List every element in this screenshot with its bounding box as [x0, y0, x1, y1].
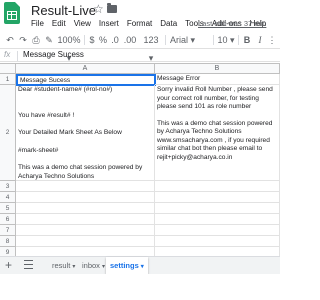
sheets-logo-icon[interactable]	[4, 2, 20, 24]
increase-decimals-button[interactable]: .00	[122, 31, 138, 49]
paint-format-icon[interactable]: ✎	[43, 31, 55, 49]
last-edit-link[interactable]: Last edit was 37 min	[198, 19, 266, 28]
decrease-decimals-button[interactable]: .0	[109, 31, 121, 49]
cell-b8[interactable]	[155, 236, 280, 247]
row-header-2[interactable]: 2	[0, 85, 16, 181]
print-icon[interactable]: ⎙	[30, 31, 42, 49]
cell-a4[interactable]	[16, 192, 155, 203]
cell-a7[interactable]	[16, 225, 155, 236]
undo-icon[interactable]: ↶	[4, 31, 16, 49]
formula-input[interactable]: Message Sucess	[23, 50, 84, 59]
cell-b4[interactable]	[155, 192, 280, 203]
cell-b3[interactable]	[155, 181, 280, 192]
cell-b2-line-2: This was a demo chat session powered by …	[157, 119, 273, 161]
currency-button[interactable]: $	[87, 31, 97, 49]
cell-b5[interactable]	[155, 203, 280, 214]
bold-icon[interactable]: B	[241, 31, 253, 49]
menu-edit[interactable]: Edit	[52, 19, 66, 28]
page-bottom	[0, 274, 280, 300]
cell-a8[interactable]	[16, 236, 155, 247]
font-size-select[interactable]: 10 ▾	[217, 31, 235, 49]
cell-b1[interactable]: Message Error	[155, 74, 280, 85]
add-sheet-icon[interactable]: +	[5, 258, 12, 272]
cell-b2-line-1: Sorry invalid Roll Number , please send …	[157, 86, 273, 110]
column-header-a[interactable]: A	[16, 64, 155, 74]
cell-a6[interactable]	[16, 214, 155, 225]
folder-icon[interactable]	[107, 3, 117, 13]
cell-a2-line-1: Dear #student-name# (#rol-no#)	[18, 86, 113, 93]
cell-a3[interactable]	[16, 181, 155, 192]
cell-a2-line-3: Your Detailed Mark Sheet As Below	[18, 129, 122, 136]
row-header-6[interactable]: 6	[0, 214, 16, 225]
row-header-5[interactable]: 5	[0, 203, 16, 214]
menu-format[interactable]: Format	[127, 19, 152, 28]
sheet-tabs-bar: + result ▾ inbox ▾ settings ▾	[0, 256, 280, 274]
spreadsheet-grid: A B 1 2 3 4 5 6 7 8 9 10 11 12 Message S…	[0, 63, 280, 291]
redo-icon[interactable]: ↷	[17, 31, 29, 49]
more-formats-select[interactable]: 123 ▾	[140, 31, 162, 63]
percent-button[interactable]: %	[98, 31, 108, 49]
cell-b2[interactable]: Sorry invalid Roll Number , please send …	[155, 85, 280, 181]
italic-icon[interactable]: I	[254, 31, 266, 49]
column-header-b[interactable]: B	[155, 64, 280, 74]
doc-title[interactable]: Result-Live	[31, 3, 96, 18]
cell-a2[interactable]: Dear #student-name# (#rol-no#) You have …	[16, 85, 155, 181]
cell-a2-line-5: This was a demo chat session powered by …	[18, 164, 143, 180]
sheet-tab-settings[interactable]: settings ▾	[106, 257, 148, 274]
select-all-corner[interactable]	[0, 64, 16, 74]
menu-view[interactable]: View	[74, 19, 91, 28]
toolbar: ↶ ↷ ⎙ ✎ 100% ▾ $ % .0 .00 123 ▾ Arial ▾ …	[0, 31, 280, 63]
cell-a5[interactable]	[16, 203, 155, 214]
formula-bar: fx Message Sucess	[0, 50, 280, 62]
all-sheets-icon[interactable]	[24, 260, 33, 269]
row-header-4[interactable]: 4	[0, 192, 16, 203]
cell-a2-line-2: You have #result# !	[18, 111, 75, 119]
cell-b6[interactable]	[155, 214, 280, 225]
row-header-7[interactable]: 7	[0, 225, 16, 236]
menu-file[interactable]: File	[31, 19, 44, 28]
star-icon[interactable]: ☆	[93, 2, 104, 16]
row-header-1[interactable]: 1	[0, 74, 16, 85]
menu-insert[interactable]: Insert	[99, 19, 119, 28]
cell-b7[interactable]	[155, 225, 280, 236]
more-options-icon[interactable]: ⋮	[266, 31, 278, 49]
cell-a2-line-4: #mark-sheet#	[18, 146, 59, 154]
menu-data[interactable]: Data	[160, 19, 177, 28]
zoom-select[interactable]: 100% ▾	[57, 31, 81, 63]
fx-icon: fx	[4, 50, 11, 59]
sheet-tab-inbox[interactable]: inbox ▾	[78, 257, 109, 274]
row-header-8[interactable]: 8	[0, 236, 16, 247]
row-header-3[interactable]: 3	[0, 181, 16, 192]
font-select[interactable]: Arial ▾	[170, 31, 210, 49]
sheet-tab-result[interactable]: result ▾	[48, 257, 79, 274]
